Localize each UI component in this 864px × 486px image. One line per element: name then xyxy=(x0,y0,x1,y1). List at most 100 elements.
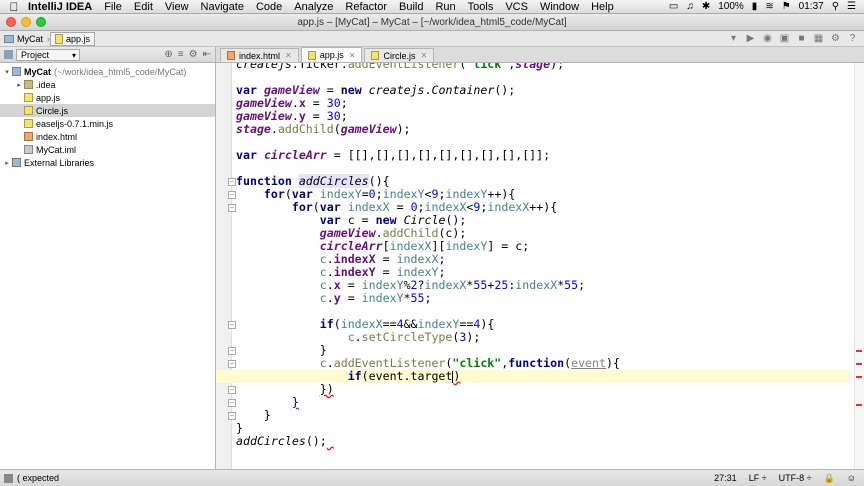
tree-item-easeljs[interactable]: easeljs-0.7.1.min.js xyxy=(0,117,215,130)
gear-icon[interactable]: ⚙ xyxy=(189,49,198,60)
menu-file[interactable]: File xyxy=(104,1,122,13)
html-file-icon xyxy=(227,51,235,60)
code-line[interactable]: var circleArr = [[],[],[],[],[],[],[],[]… xyxy=(236,149,850,162)
search-icon[interactable]: ⚲ xyxy=(832,1,839,12)
help-icon[interactable]: ? xyxy=(847,33,858,44)
expand-arrow-icon[interactable]: ▸ xyxy=(2,159,12,167)
breadcrumb-file[interactable]: app.js xyxy=(50,31,96,46)
tree-item-circle-js[interactable]: Circle.js xyxy=(0,104,215,117)
fold-marker-icon[interactable]: – xyxy=(228,399,236,407)
code-line[interactable]: addCircles(); xyxy=(236,435,850,448)
error-mark[interactable] xyxy=(856,404,862,406)
run-config-icon[interactable]: ▾ xyxy=(728,33,739,44)
tree-item-index-html[interactable]: index.html xyxy=(0,130,215,143)
tool-windows-icon[interactable] xyxy=(4,473,13,483)
database-icon[interactable]: ▦ xyxy=(813,33,824,44)
error-mark[interactable] xyxy=(856,350,862,352)
display-icon[interactable]: ▭ xyxy=(669,1,678,12)
fold-marker-icon[interactable]: – xyxy=(228,178,236,186)
tab-app-js[interactable]: app.js ✕ xyxy=(300,47,363,62)
fold-marker-icon[interactable]: – xyxy=(228,204,236,212)
bluetooth-icon[interactable]: ✱ xyxy=(702,1,710,12)
apple-icon[interactable]:  xyxy=(0,0,28,14)
fold-marker-icon[interactable]: – xyxy=(228,360,236,368)
tree-item-app-js[interactable]: app.js xyxy=(0,91,215,104)
fold-marker-icon[interactable]: – xyxy=(228,412,236,420)
tree-item-mycat-iml[interactable]: MyCat.iml xyxy=(0,143,215,156)
tab-index-html[interactable]: index.html ✕ xyxy=(220,48,299,62)
js-file-icon xyxy=(24,119,33,128)
tree-item-path: (~/work/idea_html5_code/MyCat) xyxy=(54,66,187,77)
line-separator[interactable]: LF ÷ xyxy=(749,473,767,483)
menu-code[interactable]: Code xyxy=(256,1,282,13)
fold-marker-icon[interactable]: – xyxy=(228,191,236,199)
menu-window[interactable]: Window xyxy=(540,1,579,13)
close-icon[interactable]: ✕ xyxy=(420,51,427,60)
scroll-from-source-icon[interactable]: ⊕ xyxy=(164,49,172,60)
fold-marker-icon[interactable]: – xyxy=(228,347,236,355)
error-mark[interactable] xyxy=(856,376,862,378)
input-flag-icon[interactable]: ⚑ xyxy=(782,1,791,12)
code-line[interactable]: } xyxy=(236,396,850,409)
run-icon[interactable]: ▶ xyxy=(745,33,756,44)
collapse-all-icon[interactable]: ≡ xyxy=(178,49,184,60)
code-editor[interactable]: – – – – – – – – – createjs.Ticker.addEventListen… xyxy=(216,63,864,469)
coverage-icon[interactable]: ▣ xyxy=(779,33,790,44)
fold-marker-icon[interactable]: – xyxy=(228,321,236,329)
tree-item-label: .idea xyxy=(36,79,56,90)
menu-vcs[interactable]: VCS xyxy=(505,1,528,13)
tree-item-external-libraries[interactable]: ▸ External Libraries xyxy=(0,156,215,169)
settings-icon[interactable]: ⚙ xyxy=(830,33,841,44)
hide-panel-icon[interactable]: ⇤ xyxy=(203,49,211,60)
code-line[interactable]: c.y = indexY*55; xyxy=(236,292,850,305)
menu-help[interactable]: Help xyxy=(591,1,614,13)
stop-icon[interactable]: ■ xyxy=(796,33,807,44)
close-window-button[interactable] xyxy=(6,17,16,27)
zoom-window-button[interactable] xyxy=(36,17,46,27)
tab-circle-js[interactable]: Circle.js ✕ xyxy=(364,48,435,62)
lock-icon[interactable]: 🔒 xyxy=(824,473,835,484)
menu-run[interactable]: Run xyxy=(435,1,455,13)
tree-item-mycat[interactable]: ▾ MyCat (~/work/idea_html5_code/MyCat) xyxy=(0,65,215,78)
caret-position[interactable]: 27:31 xyxy=(714,473,737,483)
code-line[interactable]: }) xyxy=(236,383,850,396)
file-encoding[interactable]: UTF-8 ÷ xyxy=(779,473,812,483)
clock[interactable]: 01:37 xyxy=(799,1,824,12)
battery-percent[interactable]: 100% xyxy=(718,1,744,12)
debug-icon[interactable]: ◉ xyxy=(762,33,773,44)
error-mark[interactable] xyxy=(856,363,862,365)
menu-refactor[interactable]: Refactor xyxy=(345,1,387,13)
menu-view[interactable]: View xyxy=(165,1,189,13)
minimize-window-button[interactable] xyxy=(21,17,31,27)
code-line[interactable]: } xyxy=(236,409,850,422)
macos-menubar:  IntelliJ IDEA File Edit View Navigate … xyxy=(0,0,864,14)
project-view-dropdown[interactable]: Project xyxy=(16,48,80,61)
code-line[interactable]: stage.addChild(gameView); xyxy=(236,123,850,136)
library-icon xyxy=(12,158,21,167)
breadcrumb-project[interactable]: MyCat xyxy=(0,32,47,46)
close-icon[interactable]: ✕ xyxy=(349,51,356,60)
fold-marker-icon[interactable]: – xyxy=(228,386,236,394)
menu-build[interactable]: Build xyxy=(399,1,423,13)
code-line[interactable]: c.setCircleType(3); xyxy=(236,331,850,344)
volume-icon[interactable]: ♫ xyxy=(686,1,694,12)
status-bar-right: 27:31 LF ÷ UTF-8 ÷ 🔒 ☺ xyxy=(714,473,864,484)
expand-arrow-icon[interactable]: ▾ xyxy=(2,68,12,76)
editor-gutter[interactable] xyxy=(216,63,232,469)
wifi-icon[interactable]: ≋ xyxy=(765,1,773,12)
error-stripe[interactable] xyxy=(854,63,864,469)
menu-navigate[interactable]: Navigate xyxy=(201,1,244,13)
tree-item-idea[interactable]: ▸ .idea xyxy=(0,78,215,91)
inspector-icon[interactable]: ☺ xyxy=(847,473,856,483)
app-menu-name[interactable]: IntelliJ IDEA xyxy=(28,1,92,13)
code-line[interactable]: createjs.Ticker.addEventListener("tick",… xyxy=(236,63,850,71)
tree-item-label: MyCat.iml xyxy=(36,144,76,155)
expand-arrow-icon[interactable]: ▸ xyxy=(14,81,24,89)
menu-tools[interactable]: Tools xyxy=(468,1,494,13)
menu-edit[interactable]: Edit xyxy=(134,1,153,13)
notification-center-icon[interactable]: ☰ xyxy=(847,1,856,12)
battery-icon[interactable]: ▮ xyxy=(752,1,758,12)
close-icon[interactable]: ✕ xyxy=(285,51,292,60)
code-area[interactable]: createjs.Ticker.addEventListener("tick",… xyxy=(216,63,850,448)
menu-analyze[interactable]: Analyze xyxy=(294,1,333,13)
